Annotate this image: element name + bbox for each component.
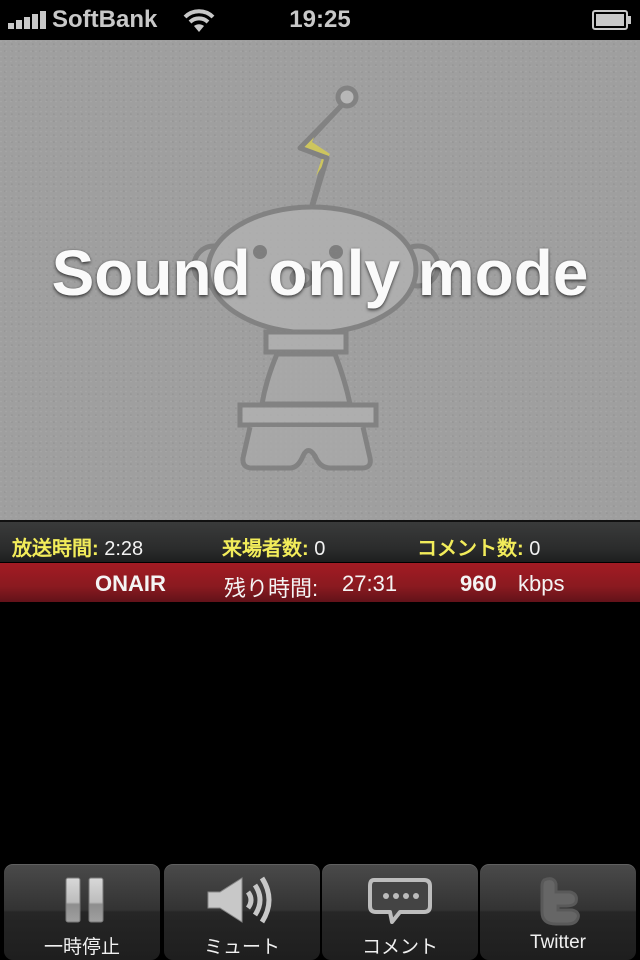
visitors-label: 来場者数: <box>222 538 309 560</box>
onair-status: ONAIR <box>95 571 166 596</box>
battery-icon <box>592 10 631 30</box>
speaker-icon <box>207 876 272 924</box>
twitter-label: Twitter <box>530 932 586 953</box>
mute-label: ミュート <box>203 937 280 958</box>
comment-button[interactable]: コメント <box>322 864 478 960</box>
video-player[interactable]: Sound only mode <box>0 40 640 520</box>
twitter-icon <box>540 877 580 926</box>
bottom-toolbar: 一時停止 ミュート コメント Twitter <box>0 862 640 960</box>
onair-bar: ONAIR 残り時間: 27:31 960 kbps <box>0 563 640 602</box>
mute-button[interactable]: ミュート <box>164 864 320 960</box>
comments-value: 0 <box>529 538 541 560</box>
comment-bubble-icon <box>368 878 432 924</box>
status-bar: SoftBank 19:25 <box>0 0 640 40</box>
broadcast-time-value: 2:28 <box>104 538 144 560</box>
twitter-button[interactable]: Twitter <box>480 864 636 960</box>
bitrate-unit: kbps <box>518 571 565 596</box>
comments-stat: コメント数: 0 <box>417 532 540 561</box>
pause-icon <box>65 877 104 923</box>
pause-button[interactable]: 一時停止 <box>4 864 160 960</box>
pause-label: 一時停止 <box>43 937 120 958</box>
remaining-time-label: 残り時間: <box>224 576 319 601</box>
comment-label: コメント <box>361 937 438 958</box>
visitors-value: 0 <box>314 538 326 560</box>
clock: 19:25 <box>289 6 351 33</box>
remaining-time-value: 27:31 <box>342 571 398 596</box>
sound-only-mode-label: Sound only mode <box>51 237 589 309</box>
visitors-stat: 来場者数: 0 <box>222 532 325 561</box>
stats-bar: 放送時間: 2:28 来場者数: 0 コメント数: 0 <box>0 520 640 562</box>
comments-label: コメント数: <box>417 538 524 560</box>
broadcast-time-stat: 放送時間: 2:28 <box>12 532 143 561</box>
broadcast-time-label: 放送時間: <box>12 538 99 560</box>
bitrate-value: 960 <box>460 571 497 596</box>
